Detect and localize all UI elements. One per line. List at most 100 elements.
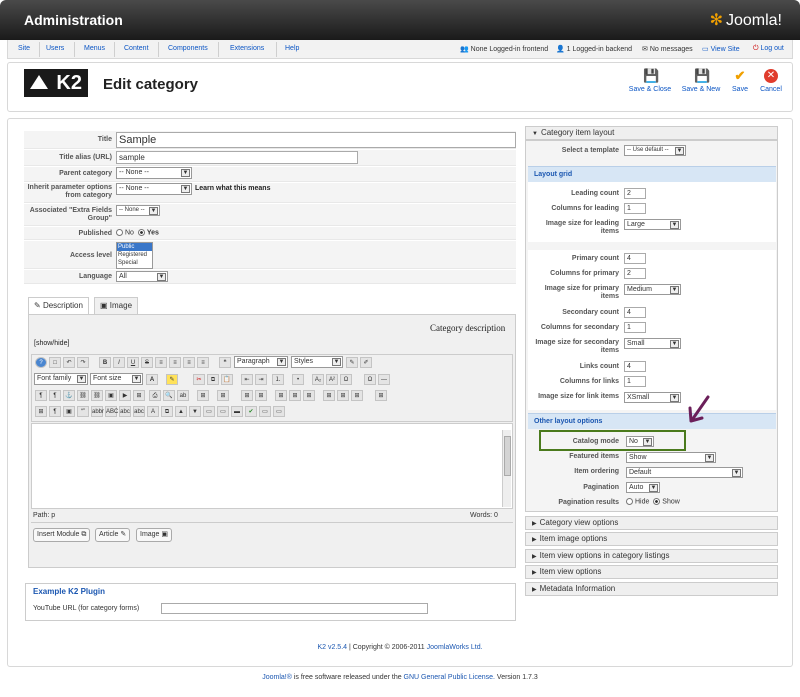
special-char-icon[interactable]: Ω	[340, 374, 352, 385]
menu-components[interactable]: Components	[168, 45, 208, 52]
joomla-logo[interactable]: ✻ Joomla!	[710, 10, 782, 30]
anchor-icon[interactable]: ⚓	[63, 390, 75, 401]
pilcrow-icon[interactable]: ¶	[49, 406, 61, 417]
cancel-button[interactable]: ✕ Cancel	[756, 69, 786, 93]
alias-input[interactable]: sample	[116, 151, 358, 164]
published-yes-radio[interactable]	[137, 229, 145, 236]
italic-icon[interactable]: I	[113, 357, 125, 368]
joomla-link[interactable]: Joomla!®	[262, 674, 292, 681]
item-image-options-header[interactable]: ▶ Item image options	[525, 532, 778, 546]
save-button[interactable]: ✔ Save	[728, 69, 752, 94]
menu-extensions[interactable]: Extensions	[230, 45, 264, 52]
brush-icon[interactable]: ✐	[360, 357, 372, 368]
editor-content-area[interactable]	[31, 423, 513, 509]
menu-menus[interactable]: Menus	[84, 45, 105, 52]
table-icon[interactable]: ⊞	[197, 390, 209, 401]
access-option[interactable]: Public	[117, 243, 152, 251]
logout-link[interactable]: ⏻ Log out	[753, 45, 784, 53]
visual-aid-icon[interactable]: ⊞	[375, 390, 387, 401]
style-props-icon[interactable]: ▭	[217, 406, 229, 417]
image-size-secondary-select[interactable]: Small ▼	[624, 338, 681, 349]
acronym-icon[interactable]: ABC	[105, 406, 118, 417]
grid-icon[interactable]: ⊞	[35, 406, 47, 417]
outdent-icon[interactable]: ⇤	[241, 374, 253, 385]
item-view-category-listings-header[interactable]: ▶ Item view options in category listings	[525, 549, 778, 563]
align-left-icon[interactable]: ≡	[155, 357, 167, 368]
image-button[interactable]: Image ▣	[136, 528, 173, 542]
omega-icon[interactable]: Ω	[364, 374, 376, 385]
featured-items-select[interactable]: Show ▼	[626, 452, 716, 463]
columns-secondary-input[interactable]: 1	[624, 322, 646, 333]
highlight-icon[interactable]: ✎	[166, 374, 178, 385]
article-button[interactable]: Article ✎	[95, 528, 131, 542]
spellcheck-icon[interactable]: ✔	[245, 406, 257, 417]
media-icon[interactable]: ▶	[119, 390, 131, 401]
template-select[interactable]: -- Use default -- ▼	[624, 145, 686, 156]
layer-icon[interactable]: ⧉	[161, 406, 173, 417]
menu-site[interactable]: Site	[18, 45, 30, 52]
columns-links-input[interactable]: 1	[624, 376, 646, 387]
inherit-select[interactable]: -- None -- ▼	[116, 183, 192, 195]
subscript-icon[interactable]: A₂	[312, 374, 324, 385]
styles-select[interactable]: Styles ▼	[291, 356, 343, 368]
bullet-list-icon[interactable]: •	[292, 374, 304, 385]
print-icon[interactable]: ⎙	[149, 390, 161, 401]
nonbreaking-icon[interactable]: ▬	[231, 406, 243, 417]
align-right-icon[interactable]: ≡	[183, 357, 195, 368]
youtube-url-input[interactable]	[161, 603, 428, 614]
tab-description[interactable]: ✎ Description	[28, 297, 89, 314]
pagination-show-radio[interactable]	[653, 498, 661, 505]
cite-icon[interactable]: “”	[77, 406, 89, 417]
item-view-options-header[interactable]: ▶ Item view options	[525, 565, 778, 579]
menu-help[interactable]: Help	[285, 45, 299, 52]
image-frame-icon[interactable]: ▣	[63, 406, 75, 417]
image-size-leading-select[interactable]: Large ▼	[624, 219, 681, 230]
language-select[interactable]: All ▼	[116, 271, 168, 282]
new-document-icon[interactable]: □	[49, 357, 61, 368]
delete-col-icon[interactable]: ⊞	[303, 390, 315, 401]
access-level-list[interactable]: Public Registered Special	[116, 242, 153, 269]
catalog-mode-select[interactable]: No ▼	[626, 436, 654, 447]
attribs-icon[interactable]: A	[147, 406, 159, 417]
gpl-link[interactable]: GNU General Public License.	[404, 674, 495, 681]
insert-module-button[interactable]: Insert Module ⧉	[33, 528, 91, 542]
links-count-input[interactable]: 4	[624, 361, 646, 372]
item-ordering-select[interactable]: Default ▼	[626, 467, 743, 478]
split-cell-icon[interactable]: ⊞	[323, 390, 335, 401]
leading-count-input[interactable]: 2	[624, 188, 646, 199]
ins-icon[interactable]: abc	[133, 406, 145, 417]
published-no-radio[interactable]	[116, 229, 123, 236]
scrollbar-thumb[interactable]	[504, 436, 511, 476]
cell-props-icon[interactable]: ⊞	[241, 390, 253, 401]
columns-primary-input[interactable]: 2	[624, 268, 646, 279]
title-input[interactable]: Sample	[116, 132, 516, 148]
superscript-icon[interactable]: A²	[326, 374, 338, 385]
access-option[interactable]: Registered	[117, 251, 152, 259]
rtl-icon[interactable]: ¶	[49, 390, 61, 401]
link-icon[interactable]: ⛓	[77, 390, 89, 401]
font-size-select[interactable]: Font size ▼	[90, 373, 143, 385]
undo-icon[interactable]: ↶	[63, 357, 75, 368]
delete-row-icon[interactable]: ⊞	[275, 390, 287, 401]
tab-image[interactable]: ▣ Image	[94, 297, 139, 314]
format-select[interactable]: Paragraph ▼	[234, 356, 288, 368]
metadata-information-header[interactable]: ▶ Metadata Information	[525, 582, 778, 596]
ordered-list-icon[interactable]: ⒈	[272, 374, 284, 385]
menu-users[interactable]: Users	[46, 45, 64, 52]
image-insert-icon[interactable]: ▣	[105, 390, 117, 401]
pagination-hide-radio[interactable]	[626, 498, 633, 505]
copy-icon[interactable]: ⧉	[207, 374, 219, 385]
view-site-link[interactable]: ▭ View Site	[702, 45, 740, 53]
insert-col-icon[interactable]: ⊞	[289, 390, 301, 401]
text-color-icon[interactable]: A	[146, 374, 158, 385]
menu-content[interactable]: Content	[124, 45, 149, 52]
row-props-icon[interactable]: ⊞	[217, 390, 229, 401]
help-icon[interactable]: ?	[35, 357, 47, 368]
primary-count-input[interactable]: 4	[624, 253, 646, 264]
abbr-icon[interactable]: abbr	[91, 406, 104, 417]
move-forward-icon[interactable]: ▲	[175, 406, 187, 417]
secondary-count-input[interactable]: 4	[624, 307, 646, 318]
columns-leading-input[interactable]: 1	[624, 203, 646, 214]
learn-what-this-means-link[interactable]: Learn what this means	[195, 185, 270, 192]
access-option[interactable]: Special	[117, 259, 152, 267]
